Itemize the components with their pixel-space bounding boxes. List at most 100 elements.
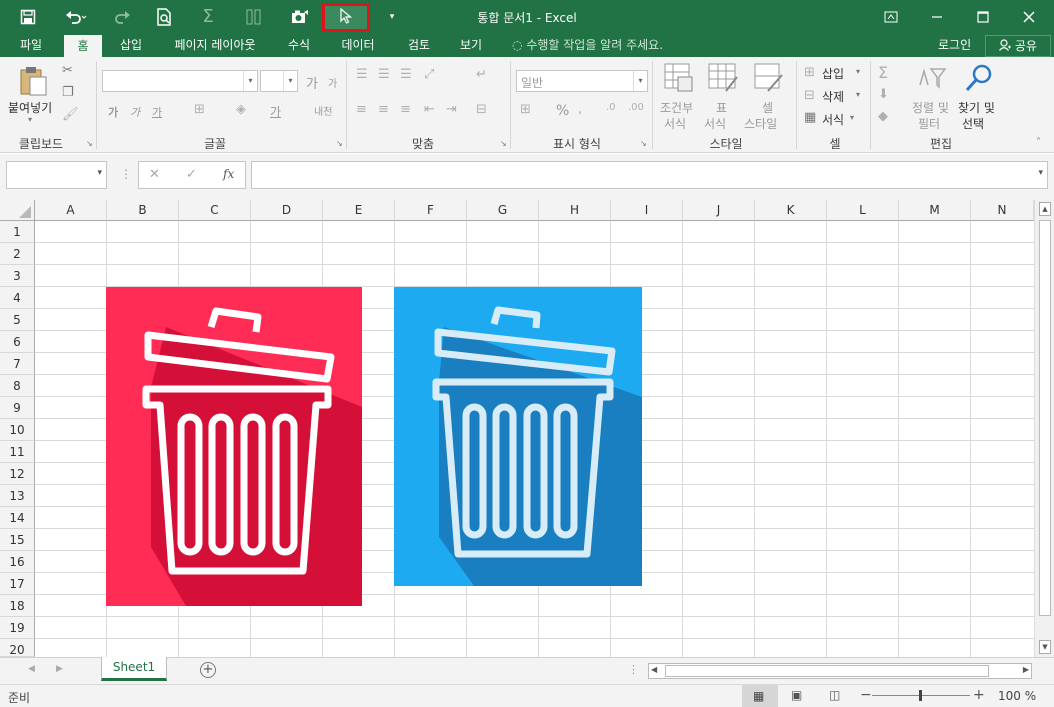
column-header[interactable]: D [251,200,323,221]
collapse-ribbon-icon[interactable]: ˄ [1036,137,1041,148]
alignment-launcher-icon[interactable]: ↘ [500,139,507,148]
delete-cells-dropdown-icon[interactable]: ▾ [856,90,860,99]
zoom-slider-thumb[interactable] [919,690,922,701]
format-painter-icon[interactable]: 🖌 [62,107,79,122]
normal-view-button[interactable]: ▦ [742,685,778,707]
red-trash-image[interactable] [106,287,362,606]
row-header[interactable]: 20 [0,639,35,657]
column-header[interactable]: E [323,200,395,221]
row-header[interactable]: 10 [0,419,35,441]
sort-filter-icon[interactable] [918,67,947,93]
tab-page-layout[interactable]: 페이지 레이아웃 [162,33,268,57]
align-middle-icon[interactable]: ☰ [378,67,390,82]
paste-label[interactable]: 붙여넣기 [8,99,52,116]
undo-icon[interactable] [56,0,96,33]
column-header[interactable]: B [107,200,179,221]
fill-color-icon[interactable]: ◈ [236,102,246,117]
grow-font-button[interactable]: 가 [306,73,318,92]
redo-icon[interactable] [102,0,142,33]
orientation-icon[interactable]: ⤢ [424,67,434,82]
prev-sheet-icon[interactable]: ◀ [28,664,35,674]
format-as-table-icon[interactable] [708,63,738,97]
tab-split-handle-icon[interactable]: ⋮ [628,663,639,676]
shrink-font-button[interactable]: 가 [328,75,337,90]
maximize-icon[interactable] [960,0,1006,33]
tab-file[interactable]: 파일 [8,33,54,57]
page-break-view-icon[interactable]: ◫ [829,688,840,702]
increase-indent-icon[interactable]: ⇥ [446,102,457,117]
tab-formulas[interactable]: 수식 [276,33,322,57]
number-launcher-icon[interactable]: ↘ [640,139,647,148]
fill-icon[interactable]: ⬇ [878,87,889,102]
phonetic-button[interactable]: 내천 [314,103,332,118]
find-select-label-2[interactable]: 선택 [962,115,984,132]
row-header[interactable]: 1 [0,221,35,243]
border-icon[interactable]: ⊞ [194,102,205,117]
login-link[interactable]: 로그인 [938,33,971,57]
share-button[interactable]: 공유 [985,35,1051,57]
number-format-box[interactable]: 일반 ▾ [516,70,648,92]
print-preview-icon[interactable] [148,0,180,33]
row-header[interactable]: 5 [0,309,35,331]
zoom-level[interactable]: 100 % [998,689,1036,703]
zoom-in-icon[interactable]: + [973,687,985,703]
find-select-label-1[interactable]: 찾기 및 [958,99,995,116]
add-sheet-icon[interactable]: + [200,662,216,678]
clear-icon[interactable]: ◆ [878,109,888,124]
font-dropdown-icon[interactable]: ▾ [243,71,257,91]
tab-data[interactable]: 데이터 [330,33,386,57]
column-header[interactable]: L [827,200,899,221]
italic-button[interactable]: 가 [130,104,140,120]
scroll-thumb[interactable] [1039,220,1051,616]
column-header[interactable]: F [395,200,467,221]
column-header[interactable]: J [683,200,755,221]
align-left-icon[interactable]: ≡ [356,102,367,117]
decrease-decimal-icon[interactable]: .00 [628,102,644,113]
tell-me-search[interactable]: ◌ 수행할 작업을 알려 주세요. [512,33,663,57]
tab-insert[interactable]: 삽입 [108,33,154,57]
row-header[interactable]: 15 [0,529,35,551]
row-header[interactable]: 8 [0,375,35,397]
delete-cells-icon[interactable]: ⊟ [804,88,815,103]
align-bottom-icon[interactable]: ☰ [400,67,412,82]
expand-formula-icon[interactable]: ▾ [1038,168,1043,178]
row-header[interactable]: 12 [0,463,35,485]
tab-home[interactable]: 홈 [64,35,102,57]
clipboard-launcher-icon[interactable]: ↘ [86,139,93,148]
autosum-icon[interactable]: Σ [194,0,222,33]
align-top-icon[interactable]: ☰ [356,67,368,82]
close-icon[interactable] [1006,0,1052,33]
font-size-box[interactable]: ▾ [260,70,298,92]
worksheet-grid[interactable]: A B C D E F G H I J K L M N 1 2 3 4 5 6 … [0,200,1054,657]
conditional-formatting-icon[interactable] [664,63,694,97]
format-as-table-label-2[interactable]: 서식 [704,115,726,132]
copy-icon[interactable]: ❐ [62,85,74,100]
camera-icon[interactable] [284,0,316,33]
row-header[interactable]: 17 [0,573,35,595]
align-center-icon[interactable]: ≡ [378,102,389,117]
formula-input[interactable]: ▾ [251,161,1048,189]
ribbon-display-options-icon[interactable] [868,0,914,33]
number-format-dropdown-icon[interactable]: ▾ [633,71,647,91]
autosum-ribbon-icon[interactable]: Σ [878,63,888,82]
row-header[interactable]: 4 [0,287,35,309]
name-box-dropdown-icon[interactable]: ▾ [97,168,102,178]
column-header[interactable]: G [467,200,539,221]
cell-styles-label-1[interactable]: 셀 [762,99,773,116]
select-objects-button[interactable] [322,3,370,32]
page-layout-view-icon[interactable]: ▣ [791,688,802,702]
row-header[interactable]: 2 [0,243,35,265]
paste-dropdown-icon[interactable]: ▾ [28,115,32,124]
next-sheet-icon[interactable]: ▶ [56,664,63,674]
row-header[interactable]: 9 [0,397,35,419]
accounting-format-icon[interactable]: ⊞ [520,102,531,117]
row-header[interactable]: 13 [0,485,35,507]
column-header[interactable]: K [755,200,827,221]
underline-button[interactable]: 가 [152,104,162,120]
font-launcher-icon[interactable]: ↘ [336,139,343,148]
find-select-icon[interactable] [964,63,994,97]
column-header[interactable]: C [179,200,251,221]
insert-cells-icon[interactable]: ⊞ [804,65,815,80]
column-header[interactable]: N [971,200,1034,221]
sort-filter-label-2[interactable]: 필터 [918,115,940,132]
